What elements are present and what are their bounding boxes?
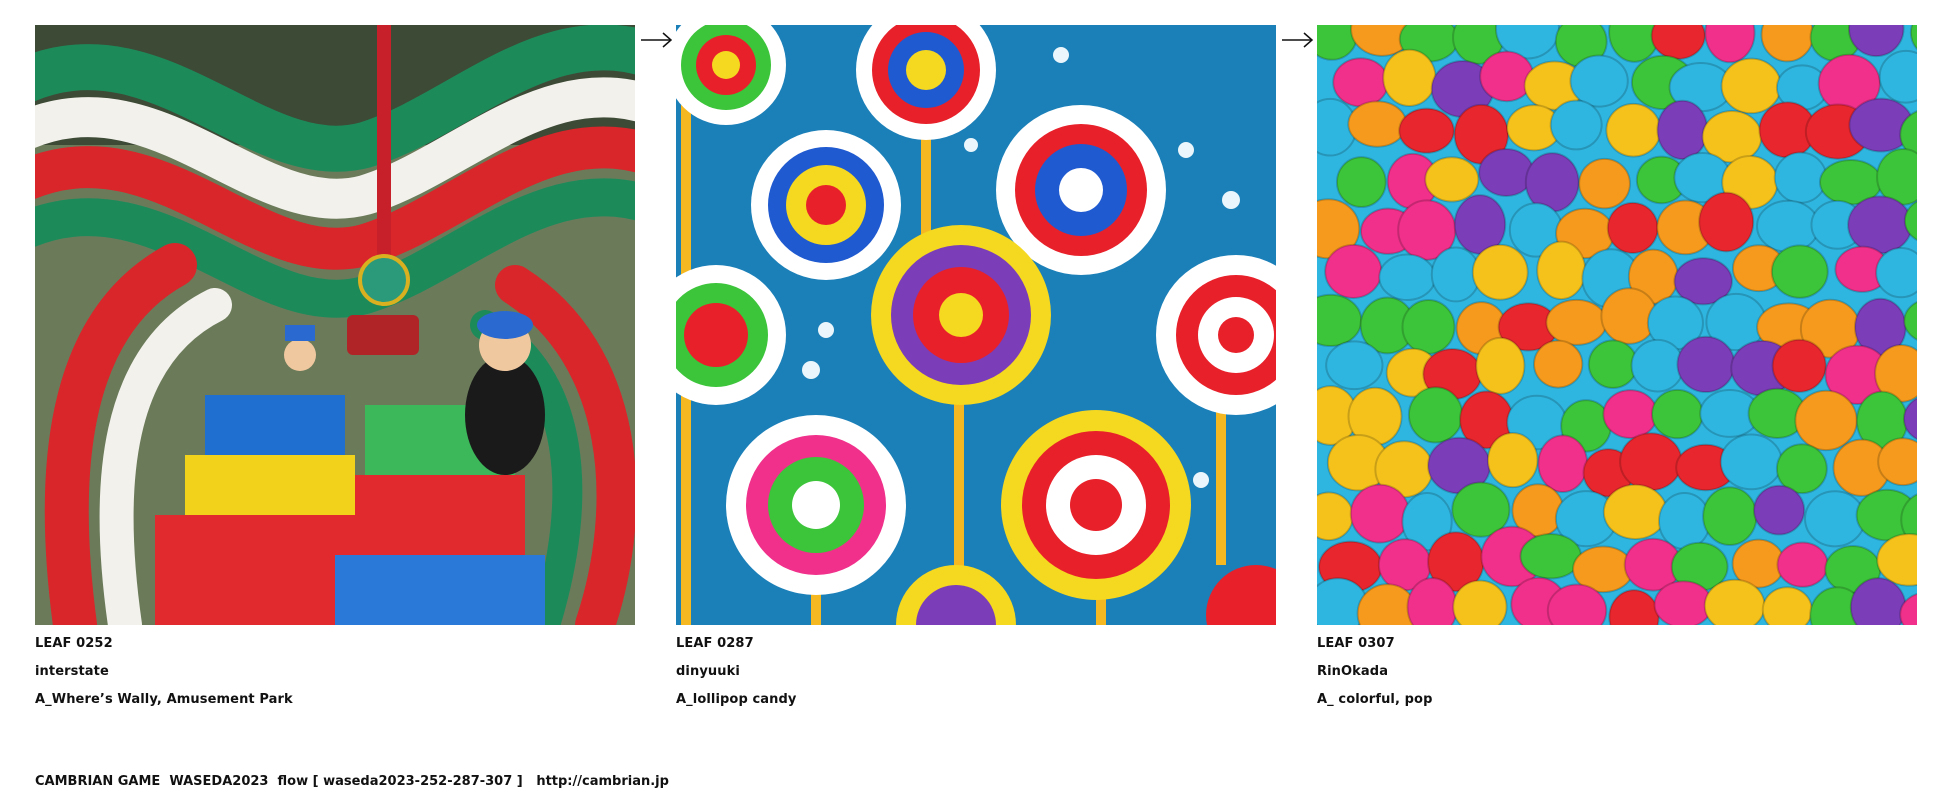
right-arrow-icon — [641, 30, 673, 50]
artwork-card-2: LEAF 0287 dinyuuki A_lollipop candy — [676, 25, 1276, 720]
lollipop-illustration — [676, 25, 1276, 625]
leaf-number: LEAF 0252 — [35, 636, 113, 651]
artwork-card-3: LEAF 0307 RinOkada A_ colorful, pop — [1317, 25, 1917, 720]
footer-credit: CAMBRIAN GAME WASEDA2023 flow [ waseda20… — [35, 774, 669, 789]
artwork-image-colorful-candy[interactable] — [1317, 25, 1917, 625]
author-name[interactable]: RinOkada — [1317, 664, 1917, 692]
author-name[interactable]: dinyuuki — [676, 664, 1276, 692]
prompt-text: A_Where’s Wally, Amusement Park — [35, 692, 293, 707]
prompt-text: A_lollipop candy — [676, 692, 797, 707]
author-name[interactable]: interstate — [35, 664, 635, 692]
amusement-park-illustration — [35, 25, 635, 625]
right-arrow-icon — [1282, 30, 1314, 50]
leaf-number: LEAF 0287 — [676, 636, 754, 651]
prompt-text: A_ colorful, pop — [1317, 692, 1433, 707]
artwork-card-1: LEAF 0252 interstate A_Where’s Wally, Am… — [35, 25, 635, 720]
artwork-image-lollipops[interactable] — [676, 25, 1276, 625]
colorful-candy-illustration — [1317, 25, 1917, 625]
leaf-number: LEAF 0307 — [1317, 636, 1395, 651]
artwork-image-amusement-park[interactable] — [35, 25, 635, 625]
